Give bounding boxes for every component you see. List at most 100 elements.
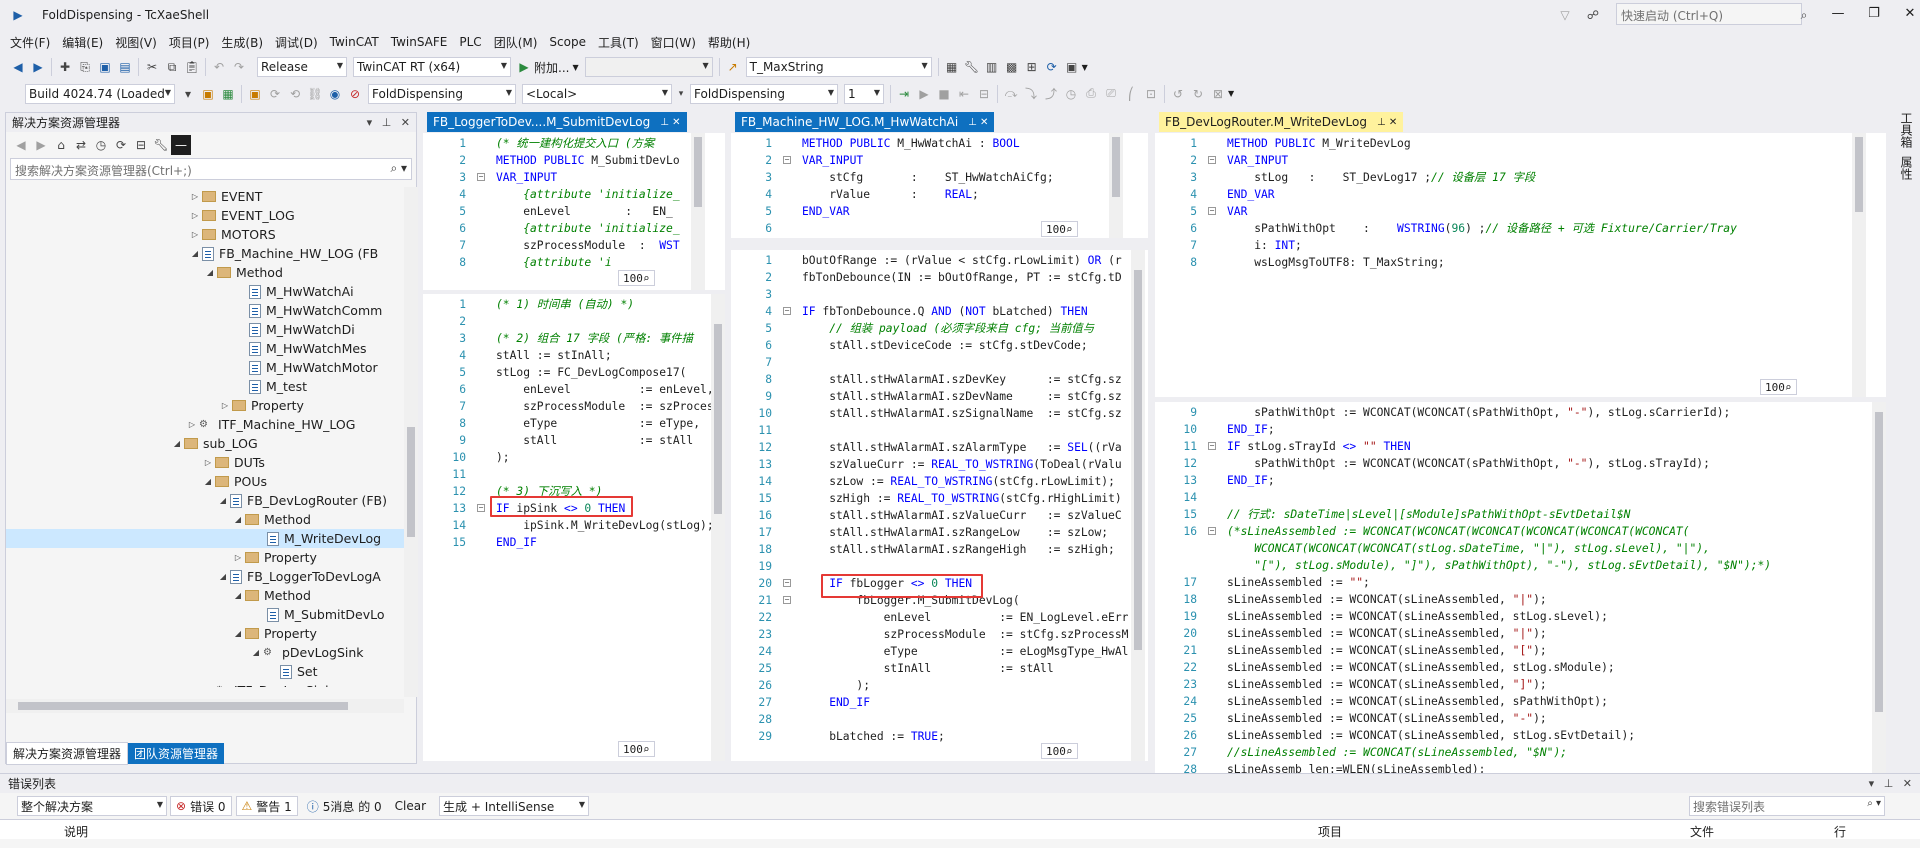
back-icon[interactable]: ◀ bbox=[8, 57, 28, 77]
col-file[interactable]: 文件 bbox=[1690, 823, 1714, 840]
collapse-icon[interactable]: − bbox=[783, 156, 791, 164]
code-line[interactable]: sLineAssembled := WCONCAT(sLineAssembled… bbox=[1227, 659, 1615, 676]
new-project-icon[interactable]: ✚ bbox=[55, 57, 75, 77]
build-options-icon[interactable]: ▾ bbox=[178, 84, 198, 104]
plc-stop-icon[interactable]: ■ bbox=[934, 84, 954, 104]
tree-item[interactable]: ◢ POUs bbox=[201, 472, 267, 491]
code-line[interactable]: eType := eType, bbox=[496, 415, 700, 432]
redo-icon[interactable]: ↷ bbox=[229, 57, 249, 77]
code-line[interactable]: VAR_INPUT bbox=[496, 169, 557, 186]
collapse-icon[interactable]: ◢ bbox=[201, 477, 215, 486]
expand-icon[interactable]: ▷ bbox=[201, 458, 215, 467]
step-over-icon[interactable]: ⤼ bbox=[1001, 84, 1021, 104]
code-line[interactable]: {attribute 'initialize_ bbox=[496, 220, 679, 237]
col-project[interactable]: 项目 bbox=[1318, 823, 1342, 840]
zoom-level[interactable]: 100 ⌕ bbox=[618, 270, 655, 286]
collapse-icon[interactable]: − bbox=[477, 504, 485, 512]
code-line[interactable]: sLineAssembled := WCONCAT(sLineAssembled… bbox=[1227, 642, 1547, 659]
online-change-icon[interactable]: ↺ bbox=[1168, 84, 1188, 104]
tree-item[interactable]: ◢ FB_LoggerToDevLogA bbox=[216, 567, 381, 586]
code-line[interactable]: ipSink.M_WriteDevLog(stLog); bbox=[496, 517, 713, 534]
code-line[interactable]: stAll := stInAll; bbox=[496, 347, 612, 364]
sync-icon[interactable]: ⇄ bbox=[71, 135, 91, 155]
undo-icon[interactable]: ↶ bbox=[209, 57, 229, 77]
code-line[interactable]: sLineAssembled := WCONCAT(sLineAssembled… bbox=[1227, 608, 1608, 625]
code-line[interactable]: sPathWithOpt : WSTRING(96) ;// 设备路径 + 可选… bbox=[1227, 220, 1737, 237]
code-line[interactable]: //sLineAssembled := WCONCAT(sLineAssembl… bbox=[1227, 744, 1567, 761]
symbol-combo[interactable]: T_MaxString ▼ bbox=[745, 57, 932, 77]
properties-tab[interactable]: 属性 bbox=[1898, 156, 1915, 180]
collapse-icon[interactable]: − bbox=[477, 173, 485, 181]
code-line[interactable]: sLineAssembled := ""; bbox=[1227, 574, 1370, 591]
code-line[interactable]: szValueCurr := REAL_TO_WSTRING(ToDeal(rV… bbox=[802, 456, 1121, 473]
attach-button[interactable]: 附加... bbox=[534, 59, 569, 76]
restore-button[interactable]: ❐ bbox=[1856, 6, 1892, 21]
plc-start-icon[interactable]: ▶ bbox=[914, 84, 934, 104]
collapse-icon[interactable]: ◢ bbox=[216, 496, 230, 505]
minimize-button[interactable]: — bbox=[1820, 6, 1856, 21]
breakpoint-icon[interactable]: ⊘ bbox=[345, 84, 365, 104]
back-icon[interactable]: ◀ bbox=[11, 135, 31, 155]
tree-item[interactable]: ▷ EVENT_LOG bbox=[188, 206, 295, 225]
code-line[interactable]: END_IF bbox=[496, 534, 537, 551]
code-line[interactable]: szProcessModule : WST bbox=[496, 237, 679, 254]
code-line[interactable]: sLineAssembled := WCONCAT(sLineAssembled… bbox=[1227, 591, 1547, 608]
code-line[interactable]: ); bbox=[802, 677, 870, 694]
pin-icon[interactable]: ⊥ bbox=[382, 116, 392, 129]
tree-item[interactable]: ▷ DUTs bbox=[201, 453, 265, 472]
configuration-combo[interactable]: Release ▼ bbox=[257, 57, 347, 77]
menu-item[interactable]: TwinSAFE bbox=[385, 35, 454, 49]
code-line[interactable]: VAR_INPUT bbox=[802, 152, 863, 169]
menu-item[interactable]: 工具(T) bbox=[592, 34, 645, 51]
code-line[interactable]: METHOD PUBLIC M_WriteDevLog bbox=[1227, 135, 1411, 152]
panel-menu-icon[interactable]: ▾ bbox=[367, 116, 373, 129]
properties-icon[interactable]: 🔧︎ bbox=[151, 135, 171, 155]
tab-hwwatchai[interactable]: FB_Machine_HW_LOG.M_HwWatchAi ⊥ ✕ bbox=[735, 112, 995, 132]
errors-filter[interactable]: ⊗ 错误 0 bbox=[170, 796, 232, 816]
zoom-level[interactable]: 100 ⌕ bbox=[1041, 221, 1078, 237]
tree-hscrollbar[interactable] bbox=[6, 699, 404, 713]
target-options-icon[interactable]: ▾ bbox=[675, 84, 687, 104]
col-description[interactable]: 说明 bbox=[64, 823, 88, 840]
tree-item[interactable]: ◢ Method bbox=[203, 263, 283, 282]
step-into-icon[interactable]: ⤵ bbox=[1021, 84, 1041, 104]
tree-item[interactable]: ◢ Method bbox=[231, 586, 311, 605]
activate-icon[interactable]: ▣ bbox=[198, 84, 218, 104]
home-icon[interactable]: ⌂ bbox=[51, 135, 71, 155]
code-line[interactable]: {attribute 'initialize_ bbox=[496, 186, 679, 203]
expand-icon[interactable]: ▷ bbox=[201, 686, 215, 687]
tree-item[interactable]: ◢ Property bbox=[231, 624, 317, 643]
panel-close-icon[interactable]: ✕ bbox=[401, 116, 410, 129]
code-line[interactable]: sPathWithOpt := WCONCAT(WCONCAT(sPathWit… bbox=[1227, 455, 1710, 472]
activate-config-icon[interactable]: ▦ bbox=[942, 57, 962, 77]
warnings-filter[interactable]: ⚠ 警告 1 bbox=[235, 796, 298, 816]
code-line[interactable]: szProcessModule := stCfg.szProcessM bbox=[802, 626, 1129, 643]
code-line[interactable]: stAll.stHwAlarmAI.szDevName := stCfg.sz bbox=[802, 388, 1121, 405]
code-line[interactable]: bLatched := TRUE; bbox=[802, 728, 945, 745]
messages-filter[interactable]: ⓘ 5消息 的 0 bbox=[302, 796, 387, 816]
code-line[interactable]: END_IF; bbox=[1227, 472, 1275, 489]
error-scope-combo[interactable]: 整个解决方案 ▼ bbox=[17, 796, 167, 816]
code-line[interactable]: enLevel := EN_LogLevel.eErr bbox=[802, 609, 1129, 626]
code-line[interactable]: stAll.stHwAlarmAI.szRangeHigh := szHigh; bbox=[802, 541, 1115, 558]
tab-team-explorer[interactable]: 团队资源管理器 bbox=[128, 742, 225, 764]
plc-project-combo[interactable]: FoldDispensing ▼ bbox=[690, 83, 838, 104]
zoom-level[interactable]: 100 ⌕ bbox=[618, 741, 655, 757]
tools-icon[interactable]: 🔧︎ bbox=[962, 57, 982, 77]
code-line[interactable]: stInAll := stAll bbox=[802, 660, 1054, 677]
collapse-icon[interactable]: ◢ bbox=[203, 268, 217, 277]
code-line[interactable]: END_IF; bbox=[1227, 421, 1275, 438]
panel-close-icon[interactable]: ✕ bbox=[1903, 777, 1912, 790]
menu-item[interactable]: TwinCAT bbox=[324, 35, 385, 49]
restart-icon[interactable]: ⟳ bbox=[265, 84, 285, 104]
collapse-icon[interactable]: ◢ bbox=[231, 629, 245, 638]
code-line[interactable]: ); bbox=[496, 449, 510, 466]
code-declaration-2[interactable]: 1 METHOD PUBLIC M_HwWatchAi : BOOL 2 − VAR_I… bbox=[731, 133, 1148, 238]
scan-icon[interactable]: ⟲ bbox=[285, 84, 305, 104]
collapse-icon[interactable]: ◢ bbox=[216, 572, 230, 581]
tree-item[interactable]: M_HwWatchAi bbox=[235, 282, 354, 301]
menu-item[interactable]: PLC bbox=[453, 35, 487, 49]
refresh-icon[interactable]: ⟳ bbox=[1042, 57, 1062, 77]
save-icon[interactable]: ▣ bbox=[95, 57, 115, 77]
code-line[interactable]: stAll.stDeviceCode := stCfg.stDevCode; bbox=[802, 337, 1087, 354]
